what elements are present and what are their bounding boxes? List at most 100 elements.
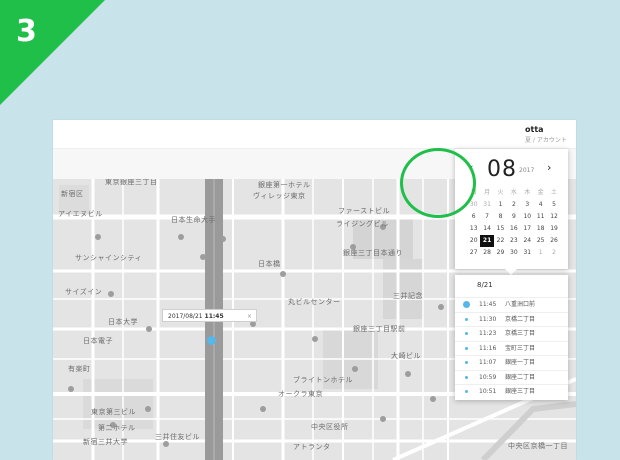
day-cell[interactable]: 1	[494, 199, 507, 211]
week-row: 27 28 29 30 31 1 2	[467, 247, 561, 259]
history-panel: 8/21 11:45 八重洲口前 11:30 京橋二丁目 11:23 京橋三丁目…	[455, 275, 568, 400]
day-cell[interactable]: 13	[467, 223, 480, 235]
map-label: 銀座三丁目駅前	[353, 325, 406, 333]
dot-icon	[465, 390, 468, 393]
map-label: 東京銀座三丁目	[105, 179, 158, 186]
map-label: オークラ東京	[278, 390, 323, 398]
map-label: 銀座第一ホテル	[258, 181, 311, 189]
day-cell[interactable]: 24	[521, 235, 534, 247]
day-cell[interactable]: 7	[480, 211, 493, 223]
day-cell[interactable]: 29	[494, 247, 507, 259]
map-label: 日本生命大手	[171, 216, 216, 224]
day-cell[interactable]: 23	[507, 235, 520, 247]
history-place: 京橋二丁目	[505, 315, 536, 323]
map-label: アイエヌビル	[58, 210, 103, 218]
history-time: 11:30	[479, 315, 497, 323]
history-item[interactable]: 11:30 京橋二丁目	[455, 311, 568, 327]
day-cell[interactable]: 30	[507, 247, 520, 259]
dot-icon	[465, 332, 468, 335]
location-pin[interactable]	[207, 336, 216, 345]
history-item[interactable]: 11:45 八重洲口前	[455, 297, 568, 312]
day-cell[interactable]: 17	[521, 223, 534, 235]
popup-date: 2017/08/21	[168, 313, 203, 320]
day-cell[interactable]: 20	[467, 235, 480, 247]
day-cell[interactable]: 10	[521, 211, 534, 223]
history-item[interactable]: 11:23 京橋三丁目	[455, 326, 568, 341]
history-place: 八重洲口前	[505, 301, 536, 308]
week-row: 30 31 1 2 3 4 5	[467, 199, 561, 211]
history-time: 10:59	[479, 373, 497, 381]
map-label: ファーストビル	[338, 207, 391, 215]
day-cell[interactable]: 15	[494, 223, 507, 235]
day-cell[interactable]: 1	[534, 247, 547, 259]
week-row: 6 7 8 9 10 11 12	[467, 211, 561, 223]
weekday-label: 月	[484, 189, 491, 196]
day-cell[interactable]: 27	[467, 247, 480, 259]
map-label: 三井住友ビル	[155, 433, 200, 441]
selected-day-cell[interactable]: 21	[480, 235, 494, 247]
day-cell[interactable]: 4	[534, 199, 547, 211]
history-place: 京橋三丁目	[505, 330, 536, 337]
history-item[interactable]: 11:07 銀座一丁目	[455, 355, 568, 370]
day-cell[interactable]: 2	[507, 199, 520, 211]
weekday-label: 金	[537, 189, 544, 196]
user-name[interactable]: otta	[525, 125, 544, 134]
history-place: 銀座三丁目	[505, 388, 536, 395]
highlight-ring	[400, 148, 476, 218]
history-item[interactable]: 11:16 宝町三丁目	[455, 340, 568, 356]
weekday-label: 火	[497, 189, 504, 196]
day-cell[interactable]: 16	[507, 223, 520, 235]
history-item[interactable]: 10:51 銀座三丁目	[455, 384, 568, 399]
chevron-right-icon[interactable]: ›	[547, 161, 551, 174]
step-number: 3	[16, 14, 37, 49]
close-icon[interactable]: ×	[247, 310, 252, 323]
map-label: 新宿三井大学	[83, 438, 128, 446]
location-popup: 2017/08/21 11:45 ×	[162, 309, 257, 322]
map-label: 中央区役所	[311, 423, 349, 431]
map-label: ヴィレッジ東京	[253, 192, 306, 200]
top-bar: otta 夏 / アカウント	[53, 120, 576, 149]
day-cell[interactable]: 19	[547, 223, 560, 235]
map-label: 丸ビルセンター	[288, 298, 341, 306]
map-label: 日本橋	[258, 260, 281, 268]
calendar-month: 08	[487, 157, 517, 182]
history-time: 11:07	[479, 359, 497, 366]
day-cell[interactable]: 8	[494, 211, 507, 223]
calendar-year: 2017	[519, 167, 535, 174]
calendar-grid: 日 月 火 水 木 金 土 30 31 1 2 3 4 5 6 7 8 9 10…	[467, 187, 561, 259]
day-cell[interactable]: 22	[494, 235, 507, 247]
weekday-label: 木	[524, 189, 531, 196]
dot-icon	[465, 361, 468, 364]
day-cell[interactable]: 12	[547, 211, 560, 223]
day-cell[interactable]: 9	[507, 211, 520, 223]
day-cell[interactable]: 5	[547, 199, 560, 211]
day-cell[interactable]: 14	[480, 223, 493, 235]
day-cell[interactable]: 18	[534, 223, 547, 235]
history-place: 銀座二丁目	[505, 373, 536, 381]
day-cell[interactable]: 31	[480, 199, 493, 211]
map-label: ブライトンホテル	[293, 376, 353, 384]
day-cell[interactable]: 11	[534, 211, 547, 223]
map-label: 大崎ビル	[391, 352, 421, 360]
day-cell[interactable]: 26	[547, 235, 560, 247]
history-time: 11:23	[479, 330, 497, 337]
day-cell[interactable]: 3	[521, 199, 534, 211]
user-account-link[interactable]: 夏 / アカウント	[525, 135, 567, 144]
day-cell[interactable]: 31	[521, 247, 534, 259]
map-label: サンシャインシティ	[75, 254, 143, 262]
app-window: otta 夏 / アカウント 東京銀座三丁目 新宿区 銀座第一ホテル ヴィレッジ…	[53, 120, 576, 460]
day-cell[interactable]: 25	[534, 235, 547, 247]
weekday-row: 日 月 火 水 木 金 土	[467, 187, 561, 199]
day-cell[interactable]: 2	[547, 247, 560, 259]
history-time: 11:45	[479, 301, 497, 308]
map-label: ライジングビル	[336, 220, 389, 228]
week-row: 20 21 22 23 24 25 26	[467, 235, 561, 247]
day-cell[interactable]: 28	[480, 247, 493, 259]
history-item[interactable]: 10:59 銀座二丁目	[455, 369, 568, 385]
dot-icon	[465, 375, 468, 379]
dot-icon	[465, 346, 468, 350]
map-label: 日本大学	[108, 318, 138, 326]
map-label: 日本電子	[83, 337, 113, 345]
dot-icon	[465, 317, 468, 321]
day-cell[interactable]: 6	[467, 211, 480, 223]
